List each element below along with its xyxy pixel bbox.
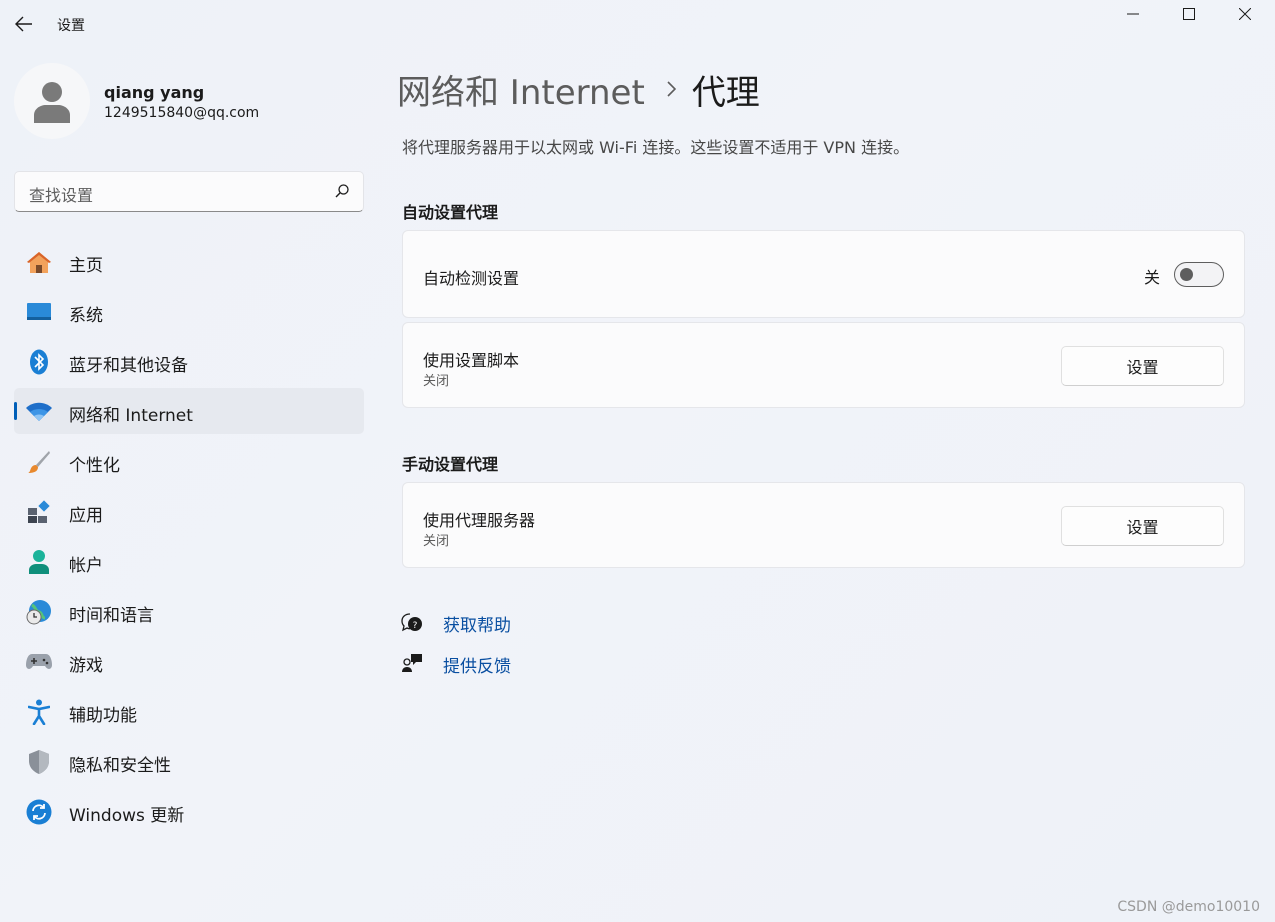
sidebar-item-privacy[interactable]: 隐私和安全性 — [14, 738, 364, 784]
avatar — [14, 63, 90, 139]
sidebar-item-label: 隐私和安全性 — [69, 756, 171, 776]
toggle-knob — [1180, 268, 1193, 281]
sidebar-item-time-language[interactable]: 时间和语言 — [14, 588, 364, 634]
search-icon — [335, 184, 349, 198]
give-feedback-link[interactable]: 提供反馈 — [400, 650, 511, 677]
setup-script-label: 使用设置脚本 — [423, 351, 520, 370]
chevron-right-icon — [667, 81, 676, 97]
sidebar-item-system[interactable]: 系统 — [14, 288, 364, 334]
apps-icon — [26, 499, 52, 525]
title-bar: 设置 — [0, 0, 1275, 48]
maximize-button[interactable] — [1161, 0, 1217, 28]
proxy-server-card: 使用代理服务器 关闭 设置 — [402, 482, 1245, 568]
proxy-server-settings-button[interactable]: 设置 — [1061, 506, 1224, 546]
auto-detect-card: 自动检测设置 关 — [402, 230, 1245, 318]
minimize-button[interactable] — [1105, 0, 1161, 28]
sidebar-item-bluetooth[interactable]: 蓝牙和其他设备 — [14, 338, 364, 384]
sidebar-item-label: 蓝牙和其他设备 — [69, 356, 188, 376]
setup-script-settings-button[interactable]: 设置 — [1061, 346, 1224, 386]
sidebar-item-label: 游戏 — [69, 656, 103, 676]
sidebar-item-network[interactable]: 网络和 Internet — [14, 388, 364, 434]
page-title: 代理 — [691, 72, 760, 113]
breadcrumb-parent[interactable]: 网络和 Internet — [397, 65, 645, 114]
user-avatar-icon — [34, 82, 70, 123]
gamepad-icon — [26, 649, 52, 675]
close-icon — [1239, 8, 1251, 20]
page-description: 将代理服务器用于以太网或 Wi-Fi 连接。这些设置不适用于 VPN 连接。 — [402, 138, 910, 157]
sidebar-item-label: 应用 — [69, 506, 103, 526]
sidebar-item-personalization[interactable]: 个性化 — [14, 438, 364, 484]
give-feedback-text[interactable]: 提供反馈 — [443, 652, 511, 677]
search-input[interactable]: 查找设置 — [14, 171, 364, 212]
sidebar-item-windows-update[interactable]: Windows 更新 — [14, 788, 364, 834]
auto-detect-toggle[interactable] — [1174, 262, 1224, 287]
setup-script-status: 关闭 — [423, 374, 450, 389]
watermark: CSDN @demo10010 — [1117, 899, 1260, 915]
account-icon — [26, 549, 52, 575]
proxy-server-status: 关闭 — [423, 534, 450, 549]
sidebar-item-label: 辅助功能 — [69, 706, 137, 726]
section-title-auto-proxy: 自动设置代理 — [402, 203, 499, 222]
auto-detect-label: 自动检测设置 — [423, 269, 520, 288]
proxy-server-label: 使用代理服务器 — [423, 511, 536, 530]
sidebar-item-label: Windows 更新 — [69, 806, 185, 826]
sidebar-item-label: 帐户 — [69, 556, 103, 576]
sidebar-item-gaming[interactable]: 游戏 — [14, 638, 364, 684]
selection-indicator — [14, 402, 17, 420]
back-arrow-icon — [15, 16, 32, 32]
sidebar-item-label: 系统 — [69, 306, 103, 326]
minimize-icon — [1127, 13, 1139, 15]
system-icon — [26, 299, 52, 325]
sidebar-item-accounts[interactable]: 帐户 — [14, 538, 364, 584]
sidebar-item-home[interactable]: 主页 — [14, 238, 364, 284]
shield-icon — [26, 749, 52, 775]
bluetooth-icon — [26, 349, 52, 375]
sidebar-item-accessibility[interactable]: 辅助功能 — [14, 688, 364, 734]
user-email: 1249515840@qq.com — [104, 105, 260, 121]
wifi-icon — [26, 399, 52, 425]
accessibility-icon — [26, 699, 52, 725]
close-button[interactable] — [1217, 0, 1273, 28]
user-profile[interactable]: qiang yang 1249515840@qq.com — [14, 63, 354, 139]
sidebar-item-apps[interactable]: 应用 — [14, 488, 364, 534]
sidebar-item-label: 时间和语言 — [69, 606, 154, 626]
maximize-icon — [1183, 8, 1195, 20]
section-title-manual-proxy: 手动设置代理 — [402, 455, 499, 474]
home-icon — [26, 249, 52, 275]
window-title: 设置 — [57, 18, 85, 34]
sidebar-item-label: 个性化 — [69, 456, 120, 476]
sidebar-item-label: 网络和 Internet — [69, 406, 193, 426]
globe-clock-icon — [26, 599, 52, 625]
brush-icon — [26, 449, 52, 475]
svg-text:?: ? — [413, 621, 418, 631]
toggle-state-label: 关 — [1143, 268, 1160, 287]
get-help-link[interactable]: ? 获取帮助 — [400, 609, 511, 636]
feedback-icon — [400, 651, 424, 675]
breadcrumb: 网络和 Internet 代理 — [397, 64, 760, 114]
help-chat-icon: ? — [400, 610, 424, 634]
search-placeholder: 查找设置 — [29, 186, 94, 205]
sidebar-item-label: 主页 — [69, 256, 103, 276]
setup-script-card: 使用设置脚本 关闭 设置 — [402, 322, 1245, 408]
update-icon — [26, 799, 52, 825]
back-button[interactable] — [12, 10, 36, 38]
sidebar-nav: 主页 系统 蓝牙和其他设备 网络和 Internet 个性化 应用 帐户 时间和… — [14, 238, 364, 838]
get-help-text[interactable]: 获取帮助 — [443, 611, 511, 636]
user-name: qiang yang — [104, 83, 205, 102]
